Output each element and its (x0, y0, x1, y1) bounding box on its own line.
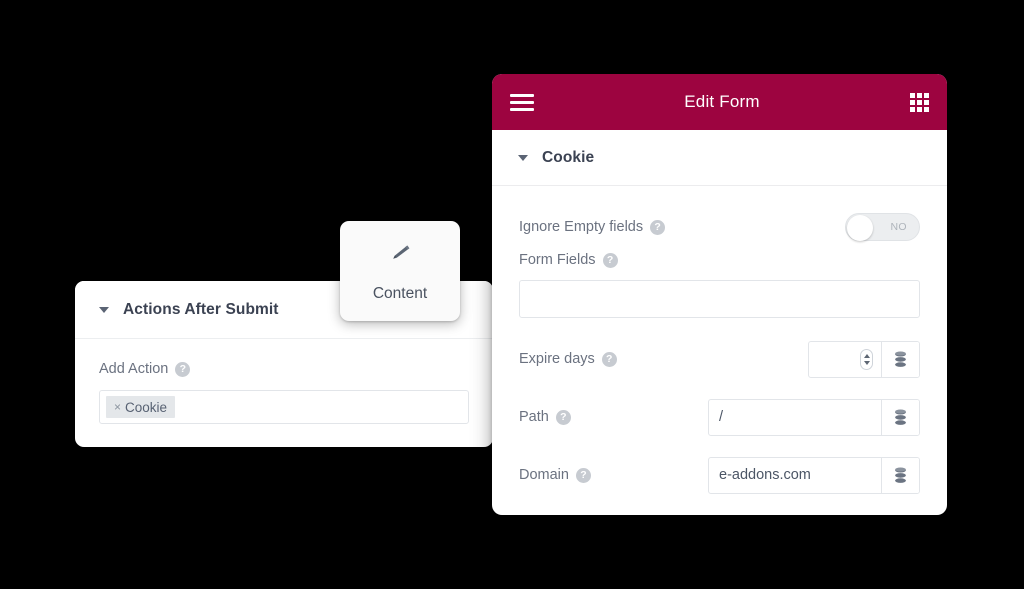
form-fields-input[interactable] (519, 280, 920, 318)
add-action-label: Add Action (99, 361, 169, 377)
field-row-form-fields: Form Fields ? (519, 252, 920, 318)
expire-days-input-wrap[interactable] (809, 342, 881, 377)
expire-days-label: Expire days (519, 351, 595, 367)
actions-after-submit-body: Add Action ? × Cookie (75, 339, 493, 424)
domain-label: Domain (519, 467, 569, 483)
help-circle-icon[interactable]: ? (555, 409, 571, 425)
pencil-icon (387, 240, 413, 271)
ignore-empty-fields-label: Ignore Empty fields (519, 219, 644, 235)
path-input[interactable] (709, 399, 881, 435)
action-tag-label: Cookie (125, 399, 168, 415)
content-tab-label: Content (372, 284, 428, 302)
cookie-settings-body: Ignore Empty fields ? NO Form Fields ? E… (492, 186, 947, 494)
expire-days-label-row: Expire days ? (519, 351, 617, 367)
help-circle-icon[interactable]: ? (602, 252, 618, 268)
help-circle-icon[interactable]: ? (175, 361, 191, 377)
remove-tag-icon[interactable]: × (114, 400, 121, 414)
page-title: Edit Form (684, 92, 760, 111)
domain-label-row: Domain ? (519, 467, 591, 483)
help-circle-icon[interactable]: ? (650, 219, 666, 235)
hamburger-menu-icon[interactable] (510, 93, 534, 111)
cookie-section-header[interactable]: Cookie (492, 130, 947, 186)
edit-form-panel: Edit Form Cookie Ignore Empty fields ? N… (492, 74, 947, 515)
toggle-state-label: NO (890, 221, 907, 233)
path-dynamic-button[interactable] (881, 399, 919, 435)
spinner-updown-icon[interactable] (860, 348, 873, 370)
content-tab-card[interactable]: Content (340, 221, 460, 321)
help-circle-icon[interactable]: ? (601, 351, 617, 367)
field-row-path: Path ? (519, 398, 920, 436)
path-input-group (708, 398, 920, 436)
domain-dynamic-button[interactable] (881, 457, 919, 493)
add-action-label-row: Add Action ? (99, 361, 469, 377)
toggle-knob (847, 215, 873, 241)
field-row-domain: Domain ? (519, 456, 920, 494)
form-fields-label: Form Fields (519, 252, 596, 268)
section-title: Actions After Submit (123, 300, 279, 318)
edit-form-header: Edit Form (492, 74, 947, 130)
caret-down-icon[interactable] (518, 154, 528, 161)
domain-input[interactable] (709, 457, 881, 493)
expire-days-dynamic-button[interactable] (881, 341, 919, 377)
grid-apps-icon[interactable] (909, 92, 929, 112)
domain-input-group (708, 456, 920, 494)
section-title: Cookie (542, 148, 595, 166)
help-circle-icon[interactable]: ? (575, 467, 591, 483)
expire-days-input-group (808, 340, 920, 378)
action-tag-cookie[interactable]: × Cookie (106, 396, 176, 418)
form-fields-label-row: Form Fields ? (519, 252, 920, 268)
path-label: Path (519, 409, 549, 425)
ignore-empty-fields-label-row: Ignore Empty fields ? (519, 219, 666, 235)
field-row-expire-days: Expire days ? (519, 340, 920, 378)
field-row-ignore-empty-fields: Ignore Empty fields ? NO (519, 208, 920, 246)
add-action-tag-input[interactable]: × Cookie (99, 390, 469, 424)
ignore-empty-fields-toggle[interactable]: NO (845, 213, 920, 241)
path-label-row: Path ? (519, 409, 571, 425)
caret-down-icon[interactable] (99, 306, 109, 313)
